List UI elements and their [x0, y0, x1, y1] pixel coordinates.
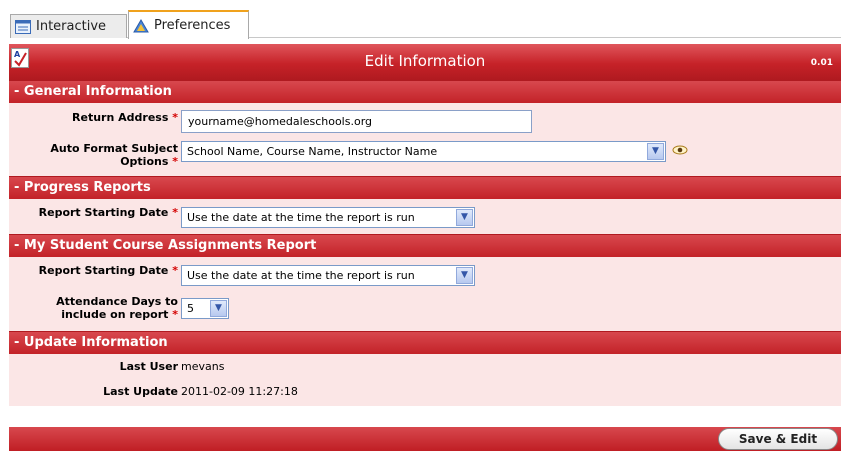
tab-bar: Interactive Preferences: [10, 10, 841, 39]
preview-eye-icon[interactable]: [672, 143, 688, 160]
last-user-row: Last User mevans: [9, 354, 841, 380]
last-update-label: Last Update: [103, 385, 178, 398]
return-address-label: Return Address *: [72, 111, 178, 124]
section-assignments-header[interactable]: - My Student Course Assignments Report: [9, 234, 841, 257]
attendance-days-select[interactable]: 5 ▼: [181, 298, 229, 319]
assignments-start-row: Report Starting Date * Use the date at t…: [9, 257, 841, 292]
footer-bar: Save & Edit: [9, 427, 841, 451]
progress-start-label: Report Starting Date *: [38, 206, 178, 219]
assignments-start-label: Report Starting Date *: [38, 264, 178, 277]
assignments-start-select[interactable]: Use the date at the time the report is r…: [181, 265, 475, 286]
last-update-row: Last Update 2011-02-09 11:27:18: [9, 380, 841, 406]
title-bar: A Edit Information 0.01: [9, 44, 841, 80]
edit-form: - General Information Return Address * y…: [9, 80, 841, 406]
section-general-header[interactable]: - General Information: [9, 80, 841, 103]
attendance-days-label: Attendance Days to include on report *: [56, 295, 178, 321]
subject-options-select[interactable]: School Name, Course Name, Instructor Nam…: [181, 141, 666, 162]
version-label: 0.01: [810, 58, 833, 68]
last-user-value: mevans: [181, 360, 225, 373]
tab-interactive-label: Interactive: [36, 19, 107, 34]
chevron-down-icon[interactable]: ▼: [456, 267, 473, 284]
chevron-down-icon[interactable]: ▼: [210, 300, 227, 317]
progress-start-select[interactable]: Use the date at the time the report is r…: [181, 207, 475, 228]
attendance-days-row: Attendance Days to include on report * 5…: [9, 292, 841, 331]
section-update-header[interactable]: - Update Information: [9, 331, 841, 354]
last-user-label: Last User: [119, 360, 178, 373]
required-marker: *: [172, 264, 178, 277]
required-marker: *: [172, 308, 178, 321]
preferences-icon: [133, 18, 149, 33]
required-marker: *: [172, 111, 178, 124]
subject-options-row: Auto Format Subject Options * School Nam…: [9, 136, 841, 176]
last-update-value: 2011-02-09 11:27:18: [181, 385, 298, 398]
page-title: Edit Information: [364, 52, 486, 70]
return-address-row: Return Address * yourname@homedaleschool…: [9, 103, 841, 136]
required-marker: *: [172, 206, 178, 219]
save-and-edit-button[interactable]: Save & Edit: [718, 428, 838, 450]
return-address-input[interactable]: yourname@homedaleschools.org: [181, 110, 532, 133]
subject-options-label: Auto Format Subject Options *: [50, 142, 178, 168]
required-marker: *: [172, 155, 178, 168]
chevron-down-icon[interactable]: ▼: [456, 209, 473, 226]
progress-start-row: Report Starting Date * Use the date at t…: [9, 199, 841, 234]
section-progress-header[interactable]: - Progress Reports: [9, 176, 841, 199]
tab-preferences-label: Preferences: [154, 18, 231, 33]
tab-interactive[interactable]: Interactive: [10, 14, 127, 38]
chevron-down-icon[interactable]: ▼: [647, 143, 664, 160]
tab-preferences[interactable]: Preferences: [128, 10, 249, 39]
list-window-icon: [15, 19, 31, 34]
